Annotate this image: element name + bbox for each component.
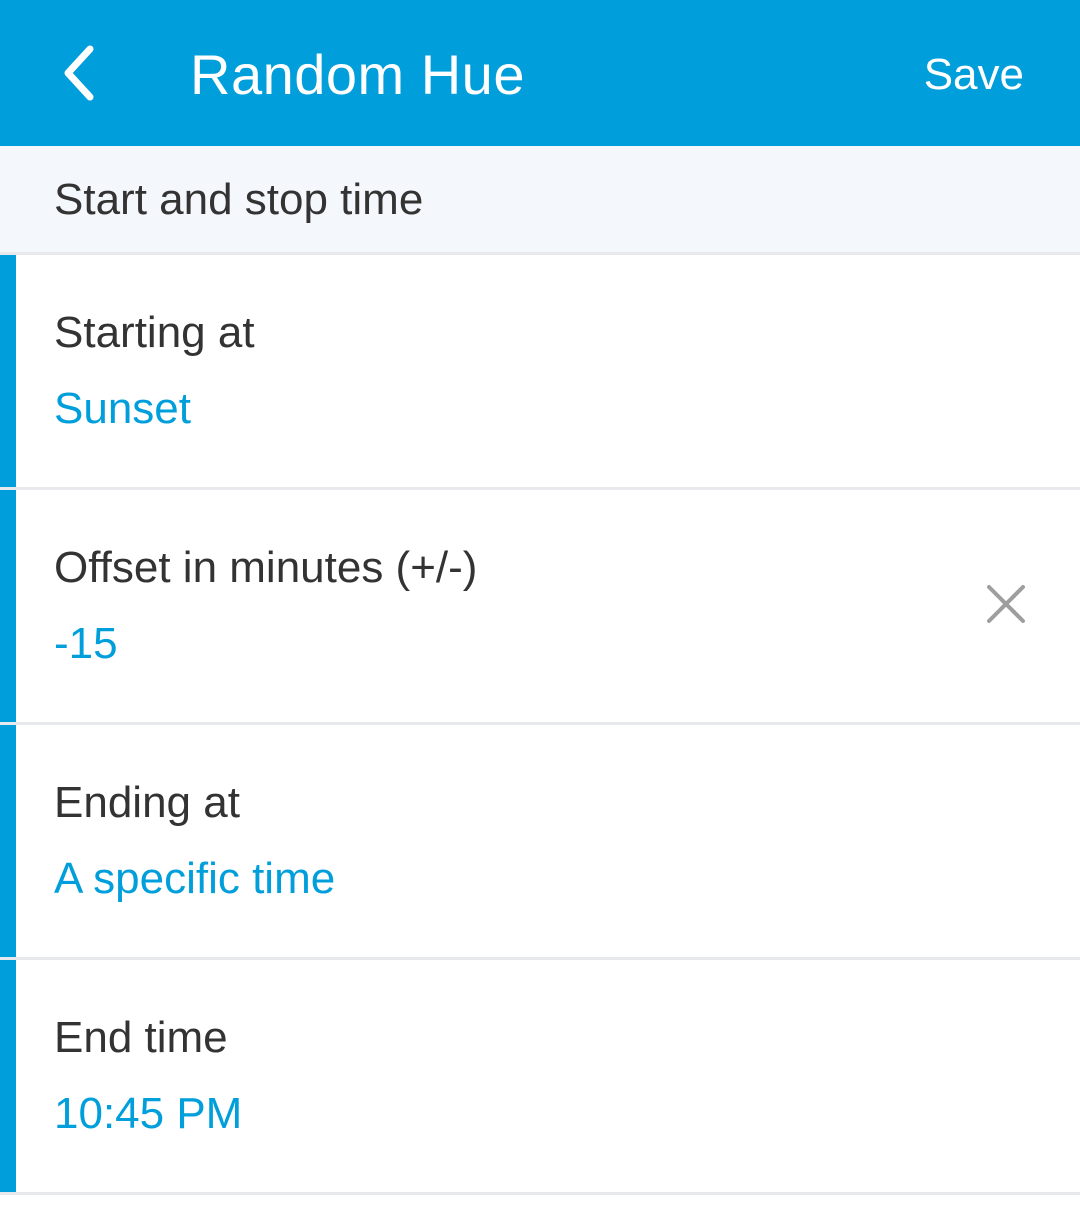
- row-accent-bar: [0, 960, 16, 1192]
- ending-at-label: Ending at: [54, 778, 240, 827]
- section-header: Start and stop time: [0, 146, 1080, 255]
- settings-list: Starting at Sunset Offset in minutes (+/…: [0, 255, 1080, 1195]
- end-time-row[interactable]: End time 10:45 PM: [0, 960, 1080, 1195]
- row-accent-bar: [0, 725, 16, 957]
- clear-offset-button[interactable]: [982, 580, 1030, 628]
- end-time-label: End time: [54, 1013, 228, 1062]
- offset-minutes-label: Offset in minutes (+/-): [54, 543, 478, 592]
- starting-at-value: Sunset: [54, 384, 191, 433]
- row-accent-bar: [0, 490, 16, 722]
- back-button[interactable]: [40, 33, 120, 113]
- starting-at-row[interactable]: Starting at Sunset: [0, 255, 1080, 490]
- offset-minutes-value: -15: [54, 619, 118, 668]
- starting-at-label: Starting at: [54, 308, 255, 357]
- section-header-label: Start and stop time: [54, 175, 424, 224]
- chevron-left-icon: [64, 45, 94, 101]
- ending-at-row[interactable]: Ending at A specific time: [0, 725, 1080, 960]
- ending-at-value: A specific time: [54, 854, 336, 903]
- close-icon: [987, 585, 1025, 623]
- end-time-value: 10:45 PM: [54, 1089, 243, 1138]
- offset-minutes-row[interactable]: Offset in minutes (+/-) -15: [0, 490, 1080, 725]
- page-title: Random Hue: [190, 43, 525, 106]
- save-button[interactable]: Save: [924, 0, 1024, 146]
- app-bar: Random Hue Save: [0, 0, 1080, 146]
- row-accent-bar: [0, 255, 16, 487]
